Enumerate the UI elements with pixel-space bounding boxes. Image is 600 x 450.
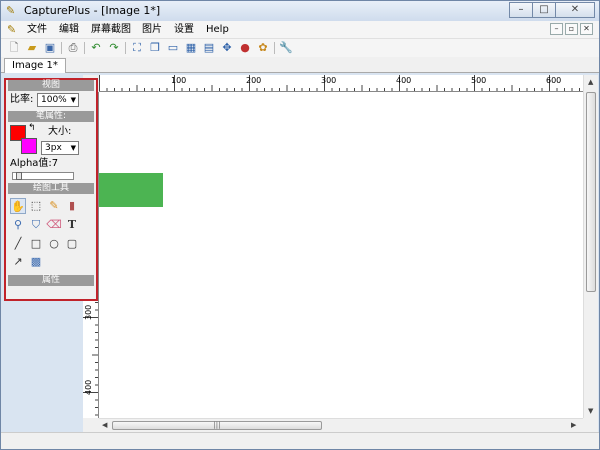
pencil-tool-icon[interactable]: ✎ [46, 198, 62, 214]
menu-bar: ✎ 文件 编辑 屏幕截图 图片 设置 Help – ▫ ✕ [1, 21, 599, 39]
tab-image-1[interactable]: Image 1* [4, 58, 66, 73]
doc-restore-button[interactable]: ▫ [565, 23, 578, 35]
maximize-button[interactable]: □ [532, 2, 556, 18]
chevron-down-icon: ▼ [70, 96, 76, 104]
chevron-down-icon: ▼ [70, 144, 76, 152]
horizontal-ruler: 100 200 300 400 500 600 [99, 75, 583, 92]
window-title: CapturePlus - [Image 1*] [24, 4, 161, 17]
swap-colors-icon[interactable]: ↰ [28, 123, 36, 133]
panel-header-pen: 笔属性: [8, 111, 94, 122]
panel-header-properties: 属性 [8, 275, 94, 286]
capture-window-icon[interactable]: ❐ [148, 41, 162, 55]
vertical-scrollbar[interactable]: ▲ ▼ [583, 75, 598, 418]
minimize-button[interactable]: – [509, 2, 533, 18]
scroll-left-arrow-icon[interactable]: ◀ [102, 421, 107, 429]
menu-screen-capture[interactable]: 屏幕截图 [91, 24, 131, 36]
rectangle-tool-icon[interactable]: □ [28, 236, 44, 252]
scroll-down-arrow-icon[interactable]: ▼ [588, 407, 593, 415]
image-canvas[interactable] [99, 92, 583, 418]
window-controls: – □ ✕ [509, 2, 595, 18]
eraser-tool-icon[interactable]: ⌫ [46, 217, 62, 233]
doc-minimize-button[interactable]: – [550, 23, 563, 35]
menu-file[interactable]: 文件 [27, 24, 47, 36]
selection-tool-icon[interactable]: ⬚ [28, 198, 44, 214]
hand-tool-icon[interactable]: ✋ [10, 198, 26, 214]
app-window: ✎ CapturePlus - [Image 1*] – □ ✕ ✎ 文件 编辑… [0, 0, 600, 450]
drawing-panel: 视图 比率: 100% ▼ 笔属性: ↰ 大小: 3px ▼ Alpha值:7 … [4, 78, 98, 301]
eyedropper-tool-icon[interactable]: ⚲ [10, 217, 26, 233]
undo-icon[interactable]: ↶ [89, 41, 103, 55]
size-dropdown[interactable]: 3px ▼ [41, 141, 79, 155]
toolbar-separator [274, 42, 275, 54]
status-bar [1, 432, 599, 449]
print-icon[interactable]: ⎙ [66, 41, 80, 55]
panel-header-view: 视图 [8, 80, 94, 91]
size-label: 大小: [48, 126, 72, 137]
menu-settings[interactable]: 设置 [174, 24, 194, 36]
rounded-rectangle-tool-icon[interactable]: ▢ [64, 236, 80, 252]
ruler-label: 400 [84, 379, 93, 395]
save-icon[interactable]: ▣ [43, 41, 57, 55]
ruler-label: 600 [546, 76, 562, 85]
ratio-dropdown[interactable]: 100% ▼ [37, 93, 79, 107]
new-file-icon[interactable]: 🗋 [7, 41, 21, 55]
close-button[interactable]: ✕ [555, 2, 595, 18]
document-tabs: Image 1* [1, 57, 599, 73]
vertical-scroll-thumb[interactable] [586, 92, 596, 292]
toolbar-separator [61, 42, 62, 54]
toolbar-separator [125, 42, 126, 54]
document-menu-icon[interactable]: ✎ [7, 23, 16, 36]
horizontal-scroll-thumb[interactable]: ||| [112, 421, 322, 430]
ratio-label: 比率: [10, 94, 34, 105]
title-bar: ✎ CapturePlus - [Image 1*] – □ ✕ [1, 1, 599, 21]
stamp-tool-icon[interactable]: ▩ [28, 254, 44, 270]
app-logo-icon: ✎ [6, 4, 16, 17]
fill-bucket-tool-icon[interactable]: ⛉ [28, 217, 44, 233]
toolbar: 🗋 ▰ ▣ ⎙ ↶ ↷ ⛶ ❐ ▭ ▦ ▤ ✥ ● ✿ 🔧 [1, 39, 599, 57]
text-tool-icon[interactable]: T [64, 217, 80, 233]
ruler-label: 300 [84, 304, 93, 320]
open-folder-icon[interactable]: ▰ [25, 41, 39, 55]
horizontal-scrollbar[interactable]: ◀ ||| ▶ [99, 418, 583, 432]
scroll-up-arrow-icon[interactable]: ▲ [588, 78, 593, 86]
doc-close-button[interactable]: ✕ [580, 23, 593, 35]
ruler-label: 100 [171, 76, 187, 85]
capture-object-icon[interactable]: ▦ [184, 41, 198, 55]
size-value: 3px [45, 143, 62, 153]
redo-icon[interactable]: ↷ [107, 41, 121, 55]
palette-icon[interactable]: ✿ [256, 41, 270, 55]
capture-fullscreen-icon[interactable]: ⛶ [130, 41, 144, 55]
alpha-label: Alpha值:7 [10, 158, 59, 169]
scroll-right-arrow-icon[interactable]: ▶ [571, 421, 576, 429]
capture-menu-icon[interactable]: ▤ [202, 41, 216, 55]
secondary-color-swatch[interactable] [21, 138, 37, 154]
marker-tool-icon[interactable]: ▮ [64, 198, 80, 214]
ellipse-tool-icon[interactable]: ○ [46, 236, 62, 252]
green-rectangle-shape[interactable] [99, 173, 163, 207]
menu-help[interactable]: Help [206, 24, 229, 36]
ruler-label: 400 [396, 76, 412, 85]
ratio-value: 100% [41, 95, 67, 105]
menu-image[interactable]: 图片 [142, 24, 162, 36]
document-window-controls: – ▫ ✕ [548, 23, 593, 35]
toolbar-separator [84, 42, 85, 54]
alpha-slider[interactable] [12, 172, 74, 180]
capture-freehand-icon[interactable]: ✥ [220, 41, 234, 55]
arrow-tool-icon[interactable]: ↗ [10, 254, 26, 270]
ruler-label: 300 [321, 76, 337, 85]
color-picker-icon[interactable]: ● [238, 41, 252, 55]
panel-header-tools: 绘图工具 [8, 183, 94, 194]
menu-edit[interactable]: 编辑 [59, 24, 79, 36]
capture-region-icon[interactable]: ▭ [166, 41, 180, 55]
settings-wrench-icon[interactable]: 🔧 [279, 41, 293, 55]
line-tool-icon[interactable]: ╱ [10, 236, 26, 252]
alpha-slider-thumb[interactable] [16, 172, 22, 180]
ruler-label: 200 [246, 76, 262, 85]
ruler-label: 500 [471, 76, 487, 85]
